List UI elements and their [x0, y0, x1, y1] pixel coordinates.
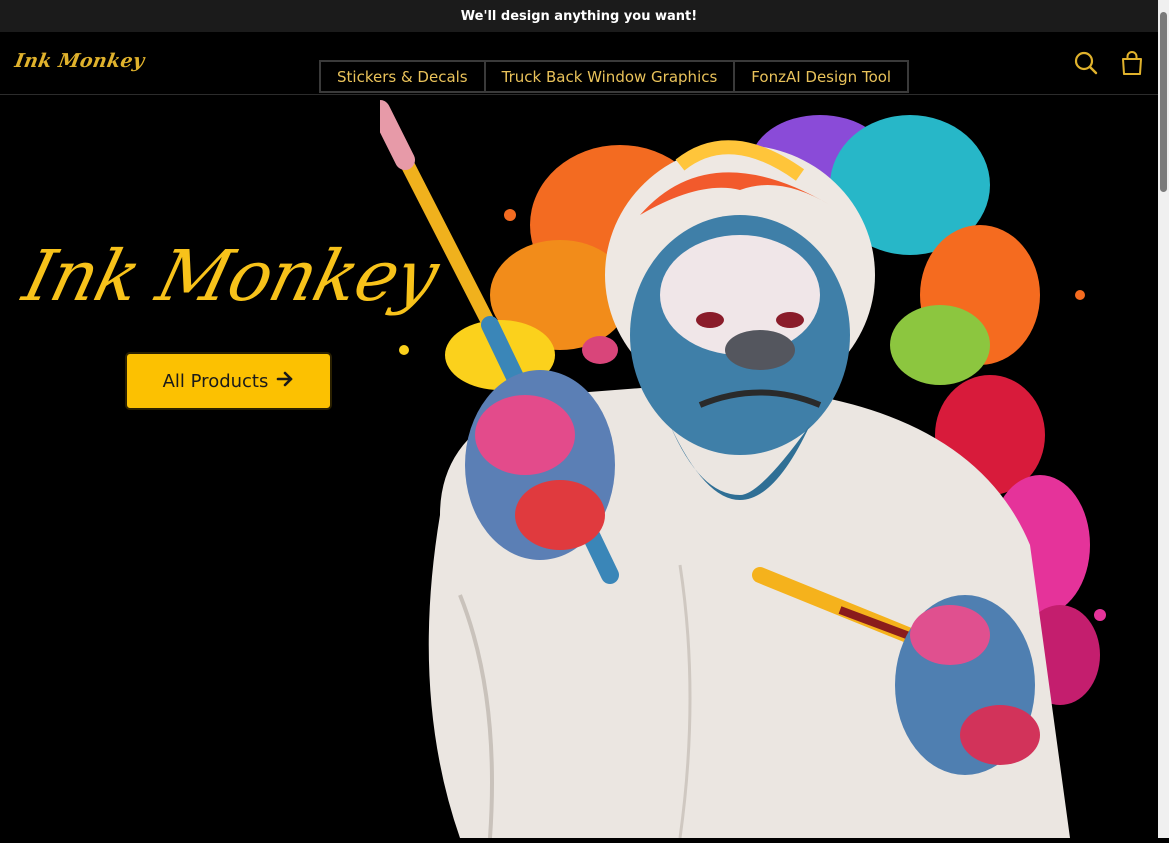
- main-nav: Stickers & Decals Truck Back Window Grap…: [319, 60, 910, 93]
- arrow-right-icon: [276, 370, 294, 393]
- scrollbar-thumb[interactable]: [1160, 12, 1167, 192]
- site-header: Ink Monkey Stickers & Decals Truck Back …: [0, 32, 1158, 95]
- shopping-bag-icon[interactable]: [1119, 50, 1145, 76]
- hero-section: Ink Monkey All Products: [0, 95, 1158, 839]
- scrollbar[interactable]: [1158, 0, 1169, 838]
- nav-item-stickers-decals[interactable]: Stickers & Decals: [319, 60, 486, 93]
- gorilla-painter-illustration: [370, 95, 1158, 839]
- announcement-bar: We'll design anything you want!: [0, 0, 1158, 32]
- nav-item-truck-back-window-graphics[interactable]: Truck Back Window Graphics: [483, 60, 736, 93]
- nav-item-fonzai-design-tool[interactable]: FonzAI Design Tool: [733, 60, 910, 93]
- search-icon[interactable]: [1073, 50, 1099, 76]
- logo[interactable]: Ink Monkey: [13, 50, 146, 72]
- all-products-button[interactable]: All Products: [125, 352, 332, 410]
- all-products-label: All Products: [162, 370, 269, 392]
- announcement-text: We'll design anything you want!: [460, 8, 698, 24]
